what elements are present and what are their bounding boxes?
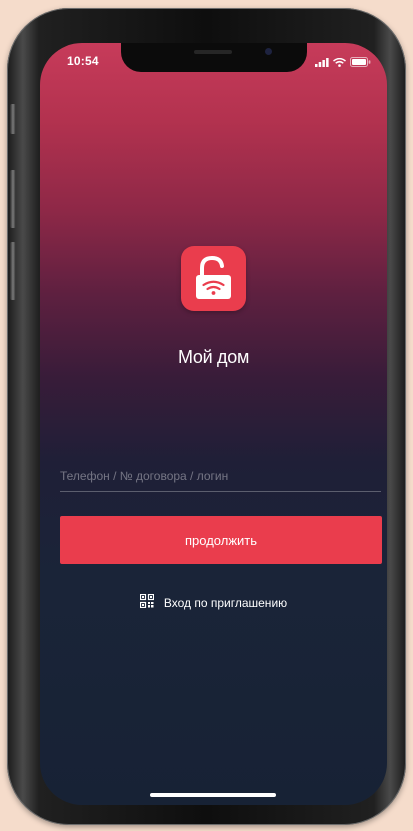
home-indicator[interactable] [150, 793, 276, 797]
app-logo [181, 246, 246, 311]
invite-login-label: Вход по приглашению [163, 595, 288, 610]
status-icons [315, 54, 371, 72]
continue-button[interactable]: продолжить [60, 516, 382, 564]
qr-code-icon [139, 593, 154, 611]
mute-switch [10, 104, 16, 134]
phone-frame: 10:54 Мой дом Телефон / № договора / лог… [7, 8, 406, 825]
wifi-icon [333, 54, 346, 72]
app-screen: 10:54 Мой дом Телефон / № договора / лог… [40, 43, 387, 805]
signal-icon [315, 54, 329, 72]
speaker-grille [194, 50, 232, 54]
status-time: 10:54 [67, 54, 99, 68]
battery-icon [350, 54, 371, 72]
volume-up-button [10, 170, 16, 228]
volume-down-button [10, 242, 16, 300]
notch [121, 43, 307, 72]
login-input[interactable] [60, 463, 381, 492]
app-title: Мой дом [177, 347, 250, 367]
page-backdrop: 10:54 Мой дом Телефон / № договора / лог… [0, 0, 413, 831]
invite-login-link[interactable]: Вход по приглашению [40, 593, 387, 611]
open-lock-wifi-icon [181, 255, 246, 315]
front-camera [265, 48, 272, 55]
